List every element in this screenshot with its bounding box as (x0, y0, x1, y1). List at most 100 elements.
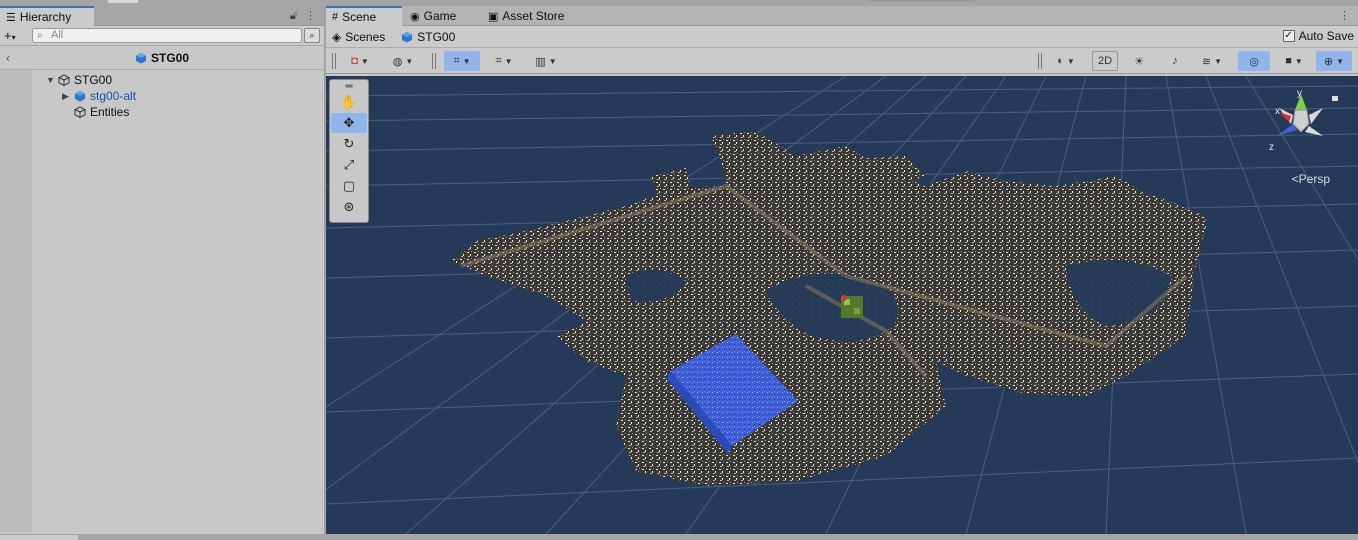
bottom-tab[interactable] (0, 535, 78, 540)
toolbar-grip[interactable] (1038, 53, 1042, 69)
scene-visibility-toggle[interactable]: ◎ (1238, 51, 1270, 71)
overlay-grip-icon[interactable]: ═ (331, 81, 367, 92)
camera-icon: ■ (1285, 55, 1292, 67)
hierarchy-panel: ☰ Hierarchy 🔓︎ ⋮ +▾ ⌕ All ⌕ ‹ STG00 ▼ STG… (0, 6, 325, 534)
grid-snap-toggle[interactable]: ⌗ ▼ (444, 51, 480, 71)
gizmo-globe-icon: ⊕ (1323, 55, 1334, 68)
toolbar-grip[interactable] (332, 53, 336, 69)
add-object-button[interactable]: +▾ (4, 28, 32, 43)
rect-tool-icon[interactable]: ▢ (331, 176, 367, 196)
grid-icon: # (332, 11, 339, 23)
auto-save-toggle[interactable]: ✓ Auto Save (1282, 29, 1354, 43)
scene-header-title: STG00 (150, 50, 189, 65)
tab-scene-label: Scene (342, 10, 377, 24)
tree-item-stg00-alt[interactable]: ▶ stg00-alt (62, 88, 136, 104)
gameobject-icon (74, 106, 86, 118)
tab-asset-store[interactable]: ▣ Asset Store (482, 6, 582, 26)
kebab-menu-icon[interactable]: ⋮ (305, 10, 316, 22)
breadcrumb: ◈ Scenes STG00 ✓ Auto Save (326, 26, 1358, 48)
eye-slash-icon: ◎ (1249, 55, 1259, 68)
hierarchy-tabbar: ☰ Hierarchy 🔓︎ ⋮ (0, 6, 324, 26)
sphere-icon: ◐ (1057, 55, 1064, 67)
tree-gutter (0, 70, 32, 532)
ruler-icon: ▥ (535, 55, 546, 68)
hierarchy-search-input[interactable]: ⌕ All (32, 28, 302, 43)
draw-mode-dropdown[interactable]: ◘ ▼ (342, 51, 378, 71)
gizmos-dropdown[interactable]: ⊕ ▼ (1316, 51, 1352, 71)
tab-hierarchy[interactable]: ☰ Hierarchy (0, 6, 94, 26)
gamepad-icon: ◉ (410, 10, 420, 23)
unity-logo-icon: ◈ (332, 29, 342, 44)
tab-game-label: Game (423, 9, 457, 23)
player-marker (841, 295, 863, 318)
hierarchy-tree: ▼ STG00 ▶ stg00-alt Entities (0, 70, 324, 532)
fold-right-icon[interactable]: ▶ (62, 91, 74, 102)
globe-icon: ◍ (392, 55, 403, 68)
persp-label[interactable]: <Persp (1292, 172, 1330, 186)
gameobject-icon (58, 74, 70, 86)
scene-header: ‹ STG00 (0, 46, 324, 70)
gizmo-lock-icon[interactable] (1332, 96, 1338, 101)
tree-item-stg00[interactable]: ▼ STG00 (46, 72, 112, 88)
toggle-2d-button[interactable]: 2D (1092, 51, 1118, 71)
scene-viewport[interactable]: y x z ═ ✋ ✥ ↻ ⤢ ▢ ⊛ <Persp (326, 76, 1358, 534)
search-placeholder: All (51, 29, 64, 41)
prefab-cube-icon (135, 52, 146, 63)
toggle-2d-label: 2D (1097, 55, 1113, 67)
gizmo-axis-z: z (1269, 142, 1274, 153)
search-filter-button[interactable]: ⌕ (304, 28, 320, 43)
scale-tool-icon[interactable]: ⤢ (331, 155, 367, 175)
lighting-toggle[interactable]: ☀ (1126, 51, 1152, 71)
camera-dropdown[interactable]: ■ ▼ (1276, 51, 1312, 71)
light-bulb-icon: ☀ (1134, 55, 1144, 68)
tree-item-entities[interactable]: Entities (62, 104, 129, 120)
breadcrumb-root[interactable]: Scenes (345, 30, 385, 44)
tab-scene[interactable]: # Scene (326, 6, 402, 26)
move-tool-icon[interactable]: ✥ (331, 113, 367, 133)
prefab-cube-icon (402, 31, 413, 42)
toolbar-grip[interactable] (432, 53, 436, 69)
shading-mode-dropdown[interactable]: ◐ ▼ (1048, 51, 1084, 71)
lock-icon[interactable]: 🔓︎ (290, 10, 297, 22)
audio-toggle[interactable]: ♪ (1162, 51, 1188, 71)
draw-mode-icon: ◘ (351, 55, 358, 67)
global-local-dropdown[interactable]: ◍ ▼ (384, 51, 422, 71)
tab-asset-store-label: Asset Store (502, 9, 565, 23)
tab-hierarchy-label: Hierarchy (19, 10, 72, 24)
effects-dropdown[interactable]: ≋ ▼ (1194, 51, 1230, 71)
speaker-mute-icon: ♪ (1172, 55, 1178, 67)
tree-item-label: STG00 (74, 73, 113, 87)
list-icon: ☰ (6, 11, 16, 24)
layers-icon: ≋ (1201, 55, 1212, 68)
top-nub (108, 0, 138, 3)
hierarchy-tab-icons: 🔓︎ ⋮ (282, 9, 316, 23)
search-icon: ⌕ (37, 30, 43, 41)
orientation-gizmo[interactable] (1277, 94, 1323, 136)
scene-render[interactable]: y x z (326, 76, 1358, 534)
scene-tabbar: # Scene ◉ Game ▣ Asset Store ⋮ (326, 6, 1358, 26)
back-chevron-icon[interactable]: ‹ (6, 51, 10, 65)
breadcrumb-current[interactable]: STG00 (417, 30, 455, 44)
transform-tool-icon[interactable]: ⊛ (331, 197, 367, 217)
gizmo-axis-y: y (1297, 88, 1302, 99)
fold-down-icon[interactable]: ▼ (46, 75, 58, 85)
auto-save-label: Auto Save (1298, 29, 1354, 43)
tree-item-label: Entities (90, 105, 130, 119)
level-mesh (451, 131, 1206, 486)
tree-item-label: stg00-alt (90, 89, 137, 103)
auto-save-checkbox[interactable]: ✓ (1282, 30, 1295, 42)
top-nub-2 (870, 0, 975, 2)
snap-increment-icon: ⌗ (495, 54, 502, 67)
grid-visibility-dropdown[interactable]: ▥ ▼ (528, 51, 564, 71)
kebab-menu-icon[interactable]: ⋮ (1339, 10, 1350, 22)
rotate-tool-icon[interactable]: ↻ (331, 134, 367, 154)
increment-snap-dropdown[interactable]: ⌗ ▼ (486, 51, 522, 71)
scene-panel: # Scene ◉ Game ▣ Asset Store ⋮ ◈ Scenes … (326, 6, 1358, 534)
bottom-strip (0, 534, 1358, 540)
hand-tool-icon[interactable]: ✋ (331, 92, 367, 112)
tab-game[interactable]: ◉ Game (404, 6, 480, 26)
shopping-bag-icon: ▣ (488, 10, 499, 23)
gizmo-axis-x: x (1275, 106, 1280, 117)
hierarchy-search-row: +▾ ⌕ All ⌕ (0, 26, 324, 46)
grid-snap-icon: ⌗ (453, 54, 460, 67)
